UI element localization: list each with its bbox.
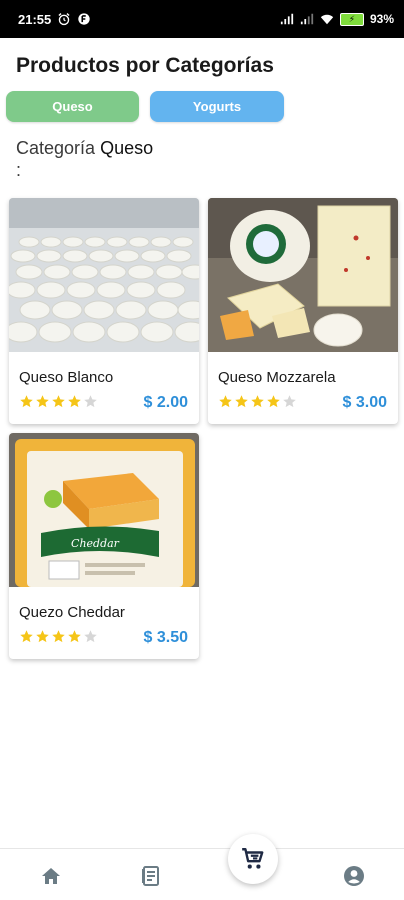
product-image-quezo-cheddar: Cheddar <box>9 433 199 587</box>
product-name: Queso Blanco <box>19 369 114 386</box>
svg-text:Cheddar: Cheddar <box>71 537 120 550</box>
category-chip-yogurts[interactable]: Yogurts <box>150 91 284 122</box>
star-filled-icon <box>52 630 65 643</box>
star-filled-icon <box>20 630 33 643</box>
home-icon[interactable] <box>39 864 63 888</box>
rating-stars <box>19 394 98 409</box>
status-bar: 21:55 ⚡ 93% <box>0 0 404 38</box>
star-filled-icon <box>219 395 232 408</box>
star-filled-icon <box>267 395 280 408</box>
product-price: $ 2.00 <box>143 394 188 411</box>
rating-stars <box>19 629 98 644</box>
category-value: Queso <box>100 138 154 158</box>
star-filled-icon <box>68 395 81 408</box>
battery-icon: ⚡ <box>339 12 364 26</box>
star-filled-icon <box>235 395 248 408</box>
star-empty-icon <box>283 395 296 408</box>
catalog-icon[interactable] <box>139 864 163 888</box>
star-filled-icon <box>20 395 33 408</box>
star-empty-icon <box>84 395 97 408</box>
product-card-quezo-cheddar[interactable]: Cheddar Quezo Cheddar $ 3.50 <box>9 433 199 659</box>
product-image-queso-blanco <box>9 198 199 352</box>
status-time: 21:55 <box>18 11 52 27</box>
category-label: Categoría <box>16 138 96 158</box>
star-filled-icon <box>52 395 65 408</box>
product-image-queso-mozzarela <box>208 198 398 352</box>
signal-weak-icon <box>300 13 314 25</box>
bottom-nav <box>0 848 404 900</box>
star-empty-icon <box>84 630 97 643</box>
star-filled-icon <box>36 630 49 643</box>
category-chip-queso[interactable]: Queso <box>6 91 139 122</box>
cart-icon <box>242 848 264 869</box>
product-card-queso-mozzarela[interactable]: Queso Mozzarela $ 3.00 <box>208 198 398 424</box>
product-price: $ 3.00 <box>342 394 387 411</box>
cart-button[interactable] <box>228 834 278 884</box>
product-name: Queso Mozzarela <box>218 369 336 386</box>
star-filled-icon <box>36 395 49 408</box>
wifi-icon <box>320 14 334 25</box>
product-name: Quezo Cheddar <box>19 604 125 621</box>
category-colon: : <box>16 160 22 180</box>
app-notification-icon <box>78 13 90 25</box>
signal-icon <box>280 13 294 25</box>
category-heading: Categoría Queso : <box>16 137 216 181</box>
star-filled-icon <box>68 630 81 643</box>
page-title: Productos por Categorías <box>16 54 274 77</box>
product-card-queso-blanco[interactable]: Queso Blanco $ 2.00 <box>9 198 199 424</box>
account-icon[interactable] <box>342 864 366 888</box>
alarm-icon <box>58 13 70 26</box>
product-price: $ 3.50 <box>143 629 188 646</box>
battery-percent: 93% <box>369 12 394 26</box>
star-filled-icon <box>251 395 264 408</box>
rating-stars <box>218 394 297 409</box>
